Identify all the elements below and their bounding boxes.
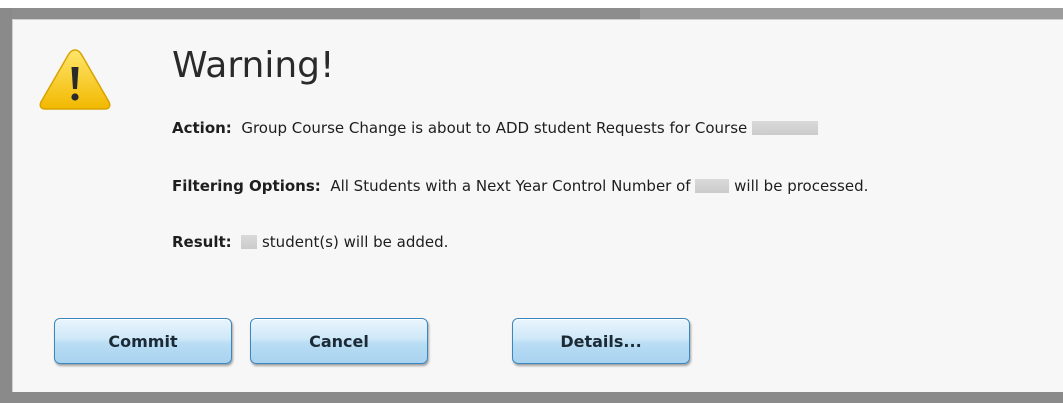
warning-dialog: Warning! Action: Group Course Change is …: [12, 19, 1063, 392]
action-line: Action: Group Course Change is about to …: [172, 119, 819, 137]
action-text: Group Course Change is about to ADD stud…: [241, 119, 748, 137]
filtering-text-before: All Students with a Next Year Control Nu…: [330, 177, 691, 195]
commit-button[interactable]: Commit: [54, 318, 232, 364]
redacted-student-count: [241, 235, 258, 249]
redacted-control-number: [695, 179, 730, 193]
filtering-label: Filtering Options:: [172, 177, 321, 195]
dialog-frame-top-right: [640, 8, 1063, 19]
details-button[interactable]: Details...: [512, 318, 690, 364]
filtering-line: Filtering Options: All Students with a N…: [172, 177, 868, 195]
redacted-course: [752, 121, 819, 135]
warning-icon: [39, 49, 111, 110]
cancel-button[interactable]: Cancel: [250, 318, 428, 364]
result-line: Result: student(s) will be added.: [172, 233, 448, 251]
dialog-frame-bottom: [0, 392, 1063, 403]
result-text: student(s) will be added.: [261, 233, 449, 251]
dialog-frame-left: [0, 8, 12, 403]
action-label: Action:: [172, 119, 232, 137]
filtering-text-after: will be processed.: [734, 177, 869, 195]
dialog-title: Warning!: [172, 45, 335, 86]
result-label: Result:: [172, 233, 232, 251]
